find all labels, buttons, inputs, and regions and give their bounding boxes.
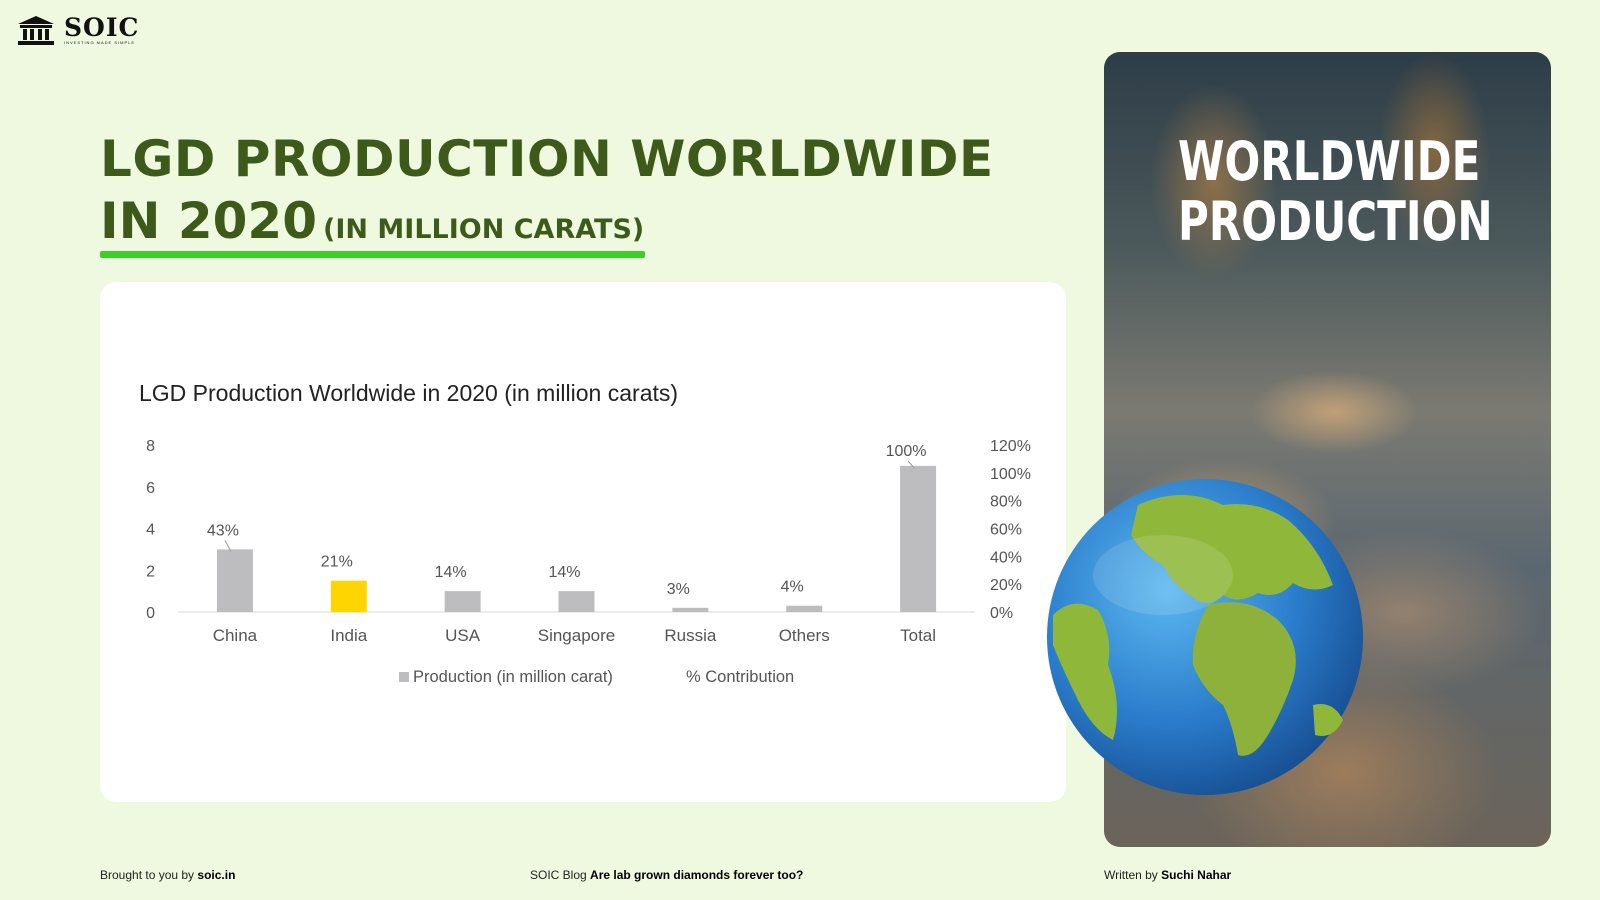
globe-icon — [1047, 479, 1363, 795]
title-underline — [100, 251, 645, 258]
x-tick-label: USA — [445, 626, 481, 645]
x-tick-label: China — [213, 626, 258, 645]
y-tick-right: 100% — [990, 466, 1031, 483]
bar — [330, 580, 367, 612]
x-tick-label: Others — [779, 626, 830, 645]
y-tick-right: 60% — [990, 522, 1022, 539]
bar — [786, 605, 823, 612]
data-label: 14% — [435, 564, 467, 581]
footer-blog-prefix: SOIC Blog — [530, 868, 591, 882]
page-title-line1: LGD PRODUCTION WORLDWIDE — [100, 130, 994, 188]
legend-contribution: % Contribution — [686, 668, 794, 686]
y-tick-left: 2 — [146, 563, 155, 580]
y-tick-right: 40% — [990, 549, 1022, 566]
bar-chart: 024680%20%40%60%80%100%120%China43%India… — [146, 438, 1031, 686]
x-tick-label: Singapore — [538, 626, 616, 645]
x-tick-label: India — [330, 626, 367, 645]
data-label: 43% — [207, 522, 239, 539]
bank-building-icon — [18, 16, 54, 45]
x-tick-label: Total — [900, 626, 936, 645]
y-tick-right: 0% — [990, 605, 1013, 622]
footer-site-link[interactable]: soic.in — [197, 868, 235, 882]
x-tick-label: Russia — [664, 626, 717, 645]
photo-title: WORLDWIDE PRODUCTION — [1178, 132, 1493, 252]
legend-swatch — [399, 672, 409, 682]
data-label: 3% — [667, 581, 690, 598]
y-tick-right: 80% — [990, 494, 1022, 511]
y-tick-left: 8 — [146, 438, 155, 455]
bar — [216, 549, 253, 612]
y-tick-left: 4 — [146, 522, 155, 539]
footer-author: Written by Suchi Nahar — [1104, 868, 1231, 882]
photo-title-line2: PRODUCTION — [1178, 190, 1493, 253]
y-tick-left: 0 — [146, 605, 155, 622]
footer-credit: Brought to you by soic.in — [100, 868, 235, 882]
y-tick-right: 20% — [990, 577, 1022, 594]
photo-title-line1: WORLDWIDE — [1178, 130, 1481, 193]
data-label: 14% — [548, 564, 580, 581]
data-label: 4% — [781, 579, 804, 596]
page-title: LGD PRODUCTION WORLDWIDE IN 2020 (IN MILL… — [100, 128, 994, 261]
chart-card: LGD Production Worldwide in 2020 (in mil… — [100, 282, 1066, 802]
footer-author-name: Suchi Nahar — [1161, 868, 1232, 882]
bar — [672, 607, 709, 612]
y-tick-left: 6 — [146, 480, 155, 497]
footer-author-prefix: Written by — [1104, 868, 1162, 882]
y-tick-right: 120% — [990, 438, 1031, 455]
data-label: 100% — [886, 443, 927, 460]
page-title-year: IN 2020 — [100, 192, 318, 250]
soic-logo[interactable]: SOIC INVESTING MADE SIMPLE — [16, 14, 139, 46]
footer-blog-title[interactable]: Are lab grown diamonds forever too? — [590, 868, 803, 882]
bar — [900, 465, 937, 612]
brand-name: SOIC — [64, 13, 140, 42]
legend-production: Production (in million carat) — [413, 668, 613, 686]
data-label: 21% — [321, 554, 353, 571]
bar — [444, 591, 481, 612]
bar — [558, 591, 595, 612]
brand-tagline: INVESTING MADE SIMPLE — [64, 40, 136, 45]
page-title-unit: (IN MILLION CARATS) — [323, 214, 645, 245]
footer-blog: SOIC Blog Are lab grown diamonds forever… — [530, 868, 803, 882]
footer-credit-prefix: Brought to you by — [100, 868, 198, 882]
